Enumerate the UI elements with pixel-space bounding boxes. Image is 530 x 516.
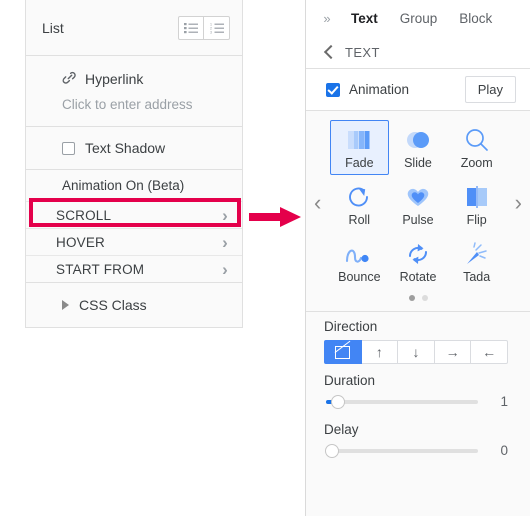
text-shadow-label: Text Shadow bbox=[85, 140, 166, 156]
nav-row-hover-label: HOVER bbox=[56, 234, 106, 250]
tada-icon bbox=[463, 240, 491, 268]
numbered-list-icon[interactable]: 1 2 3 bbox=[204, 15, 230, 40]
animation-option-label: Slide bbox=[404, 155, 432, 170]
animation-option-label: Fade bbox=[345, 155, 374, 170]
chevron-right-icon: › bbox=[222, 232, 228, 252]
duration-slider-row: 1 bbox=[324, 394, 508, 409]
animation-label: Animation bbox=[349, 82, 410, 97]
chevron-right-icon: › bbox=[222, 205, 228, 225]
animation-option-label: Zoom bbox=[460, 155, 493, 170]
arrow-shaft bbox=[249, 213, 282, 221]
animation-picker: ‹ › Fade Slide Zoom Roll Pulse Flip Boun… bbox=[306, 111, 530, 311]
animation-on-label: Animation On (Beta) bbox=[62, 178, 185, 193]
flip-icon bbox=[463, 183, 491, 211]
delay-title: Delay bbox=[324, 422, 359, 437]
chevron-left-icon[interactable]: ‹ bbox=[314, 192, 321, 214]
duration-slider[interactable] bbox=[326, 394, 478, 409]
animation-option-label: Roll bbox=[348, 212, 371, 227]
fade-icon bbox=[346, 126, 372, 154]
hyperlink-address-input[interactable]: Click to enter address bbox=[62, 97, 226, 112]
triangle-right-icon bbox=[62, 300, 69, 310]
animation-toggle-row: Animation Play bbox=[306, 69, 530, 111]
back-to-text-row[interactable]: TEXT bbox=[306, 36, 530, 69]
nav-row-start-from[interactable]: START FROM › bbox=[26, 255, 242, 282]
animation-option-bounce[interactable]: Bounce bbox=[330, 234, 389, 289]
svg-text:3: 3 bbox=[210, 30, 212, 34]
delay-slider[interactable] bbox=[325, 443, 478, 458]
back-chevron-icon bbox=[323, 44, 339, 60]
carousel-dot-2[interactable] bbox=[421, 295, 428, 301]
css-class-row[interactable]: CSS Class bbox=[26, 282, 242, 327]
animation-option-label: Rotate bbox=[399, 269, 437, 284]
scroll-row-wrapper: SCROLL › bbox=[26, 198, 242, 228]
list-row: List 1 2 3 bbox=[26, 0, 242, 56]
duration-slider-thumb[interactable] bbox=[331, 394, 346, 409]
nav-row-hover[interactable]: HOVER › bbox=[26, 228, 242, 255]
hyperlink-label: Hyperlink bbox=[85, 70, 144, 87]
direction-title: Direction bbox=[324, 319, 378, 334]
back-row-label: TEXT bbox=[345, 44, 380, 60]
animation-option-label: Pulse bbox=[402, 212, 434, 227]
left-settings-panel: List 1 2 3 Hyperlink Click to enter addr… bbox=[25, 0, 243, 328]
delay-slider-thumb[interactable] bbox=[325, 443, 339, 458]
animation-option-flip[interactable]: Flip bbox=[447, 177, 506, 232]
pulse-heart-icon bbox=[404, 183, 432, 211]
carousel-pagination bbox=[306, 289, 530, 309]
direction-control: Direction ↑ ↓ → ← Duration 1 Delay 0 bbox=[306, 312, 530, 458]
animation-option-rotate[interactable]: Rotate bbox=[389, 234, 448, 289]
text-shadow-checkbox[interactable] bbox=[62, 141, 75, 155]
nav-row-start-from-label: START FROM bbox=[56, 261, 145, 277]
play-button[interactable]: Play bbox=[464, 76, 516, 103]
direction-button-group: ↑ ↓ → ← bbox=[324, 340, 508, 364]
rotate-icon bbox=[405, 240, 431, 268]
nav-row-scroll[interactable]: SCROLL › bbox=[26, 201, 242, 228]
slide-icon bbox=[403, 126, 433, 154]
bulleted-list-icon[interactable] bbox=[178, 15, 204, 40]
arrow-right-icon[interactable]: → bbox=[434, 340, 472, 364]
chain-link-icon bbox=[62, 70, 78, 87]
hyperlink-row[interactable]: Hyperlink Click to enter address bbox=[26, 56, 242, 127]
text-shadow-row[interactable]: Text Shadow bbox=[26, 127, 242, 170]
animation-option-fade[interactable]: Fade bbox=[330, 120, 389, 175]
right-properties-panel: » Text Group Block TEXT Animation Play ‹… bbox=[305, 0, 530, 516]
panel-tab-bar: » Text Group Block bbox=[306, 0, 530, 36]
delay-slider-row: 0 bbox=[324, 443, 508, 458]
animation-option-label: Tada bbox=[463, 269, 491, 284]
arrow-left-icon[interactable]: ← bbox=[471, 340, 508, 364]
no-direction-icon[interactable] bbox=[324, 340, 362, 364]
list-label: List bbox=[42, 19, 64, 36]
duration-title: Duration bbox=[324, 373, 376, 388]
duration-value: 1 bbox=[500, 394, 508, 409]
animation-option-label: Bounce bbox=[338, 269, 381, 284]
animation-option-tada[interactable]: Tada bbox=[447, 234, 506, 289]
animation-checkbox[interactable] bbox=[326, 82, 340, 97]
double-chevron-right-icon[interactable]: » bbox=[314, 11, 340, 26]
tab-block[interactable]: Block bbox=[448, 11, 503, 26]
roll-icon bbox=[346, 183, 372, 211]
animation-option-label: Flip bbox=[466, 212, 487, 227]
tab-group[interactable]: Group bbox=[389, 11, 449, 26]
bounce-icon bbox=[344, 240, 374, 268]
chevron-right-icon[interactable]: › bbox=[515, 192, 522, 214]
zoom-icon bbox=[464, 126, 490, 154]
css-class-label: CSS Class bbox=[79, 297, 147, 313]
list-type-toggle-group: 1 2 3 bbox=[178, 15, 230, 40]
arrow-head bbox=[280, 207, 301, 227]
carousel-dot-1[interactable] bbox=[408, 295, 415, 301]
red-arrow-right bbox=[249, 207, 301, 227]
nav-row-scroll-label: SCROLL bbox=[56, 207, 112, 223]
animation-option-zoom[interactable]: Zoom bbox=[447, 120, 506, 175]
delay-value: 0 bbox=[500, 443, 508, 458]
animation-option-roll[interactable]: Roll bbox=[330, 177, 389, 232]
chevron-right-icon: › bbox=[222, 259, 228, 279]
arrow-up-icon[interactable]: ↑ bbox=[361, 340, 399, 364]
animation-option-pulse[interactable]: Pulse bbox=[389, 177, 448, 232]
arrow-down-icon[interactable]: ↓ bbox=[398, 340, 435, 364]
animation-option-slide[interactable]: Slide bbox=[389, 120, 448, 175]
tab-text[interactable]: Text bbox=[340, 11, 389, 26]
